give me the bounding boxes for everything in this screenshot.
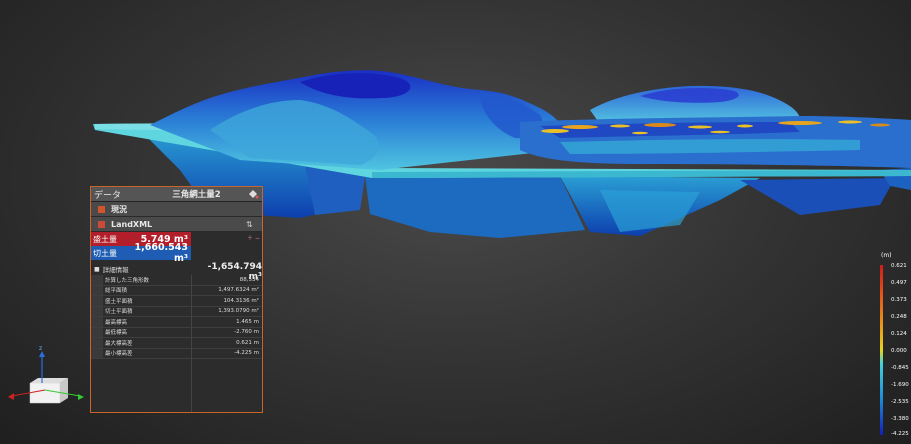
detail-row: 最小標高差 -4.225 m xyxy=(91,348,262,359)
axis-z-label: z xyxy=(39,345,42,352)
legend-label: -1.690 xyxy=(891,382,909,388)
surface-name: 現況 xyxy=(111,204,127,214)
detail-row: 総平面積 1,497.6324 m² xyxy=(91,285,262,296)
elevation-legend: (m) 0.621 0.497 0.373 0.248 0.124 0.000 … xyxy=(878,252,911,438)
legend-label: 0.497 xyxy=(891,280,907,286)
legend-label: 0.373 xyxy=(891,297,907,303)
legend-label: -3.380 xyxy=(891,416,909,422)
table-divider xyxy=(191,275,192,412)
panel-mini-buttons[interactable]: ＋ − xyxy=(247,233,260,242)
legend-label: 0.000 xyxy=(891,348,907,354)
detail-row: 最低標高 -2.760 m xyxy=(91,327,262,338)
detail-header-label: 詳細情報 xyxy=(102,266,129,274)
swap-icon[interactable]: ⇅ xyxy=(246,220,262,229)
panel-label: データ xyxy=(94,190,122,201)
panel-header: データ 三角網土量2 xyxy=(91,187,262,202)
terrain-mesh xyxy=(150,70,911,170)
surface-row-landxml[interactable]: LandXML ⇅ xyxy=(91,217,262,232)
cut-volume: 切土量 1,660.543 m³ xyxy=(91,242,191,264)
collapse-icon[interactable]: ■ xyxy=(94,266,100,273)
detail-header[interactable]: ■ 詳細情報 xyxy=(91,264,194,275)
surface-color-icon xyxy=(97,220,105,228)
cut-volume-label: 切土量 xyxy=(93,248,117,258)
legend-label: -0.845 xyxy=(891,365,909,371)
detail-row: 計算した三角形数 88,534 xyxy=(91,275,262,286)
detail-row: 最大標高差 0.621 m xyxy=(91,338,262,349)
legend-label: 0.248 xyxy=(891,314,907,320)
surface-color-icon xyxy=(97,205,105,213)
fill-volume-label: 盛土量 xyxy=(93,234,117,244)
detail-row: 盛土平面積 104.3136 m² xyxy=(91,296,262,307)
cut-volume-value: 1,660.543 m³ xyxy=(134,242,189,264)
legend-label: -4.225 xyxy=(891,431,909,437)
detail-row: 切土平面積 1,393.0790 m² xyxy=(91,306,262,317)
axis-gizmo[interactable]: z xyxy=(8,345,84,404)
surface-name: LandXML xyxy=(111,219,153,229)
panel-title: 三角網土量2 xyxy=(172,190,221,200)
paint-bucket-icon[interactable] xyxy=(244,187,262,201)
legend-label: 0.621 xyxy=(891,263,907,269)
legend-label: -2.535 xyxy=(891,399,909,405)
legend-unit: (m) xyxy=(881,252,892,259)
surface-row-current[interactable]: 現況 xyxy=(91,202,262,217)
legend-color-bar xyxy=(880,265,883,435)
detail-row: 最高標高 1.465 m xyxy=(91,317,262,328)
volume-data-panel[interactable]: データ 三角網土量2 現況 LandXML ⇅ 盛土量 5.749 m³ ＋ −… xyxy=(90,186,263,413)
legend-label: 0.124 xyxy=(891,331,907,337)
detail-table: 計算した三角形数 88,534 総平面積 1,497.6324 m² 盛土平面積 10… xyxy=(91,275,262,359)
